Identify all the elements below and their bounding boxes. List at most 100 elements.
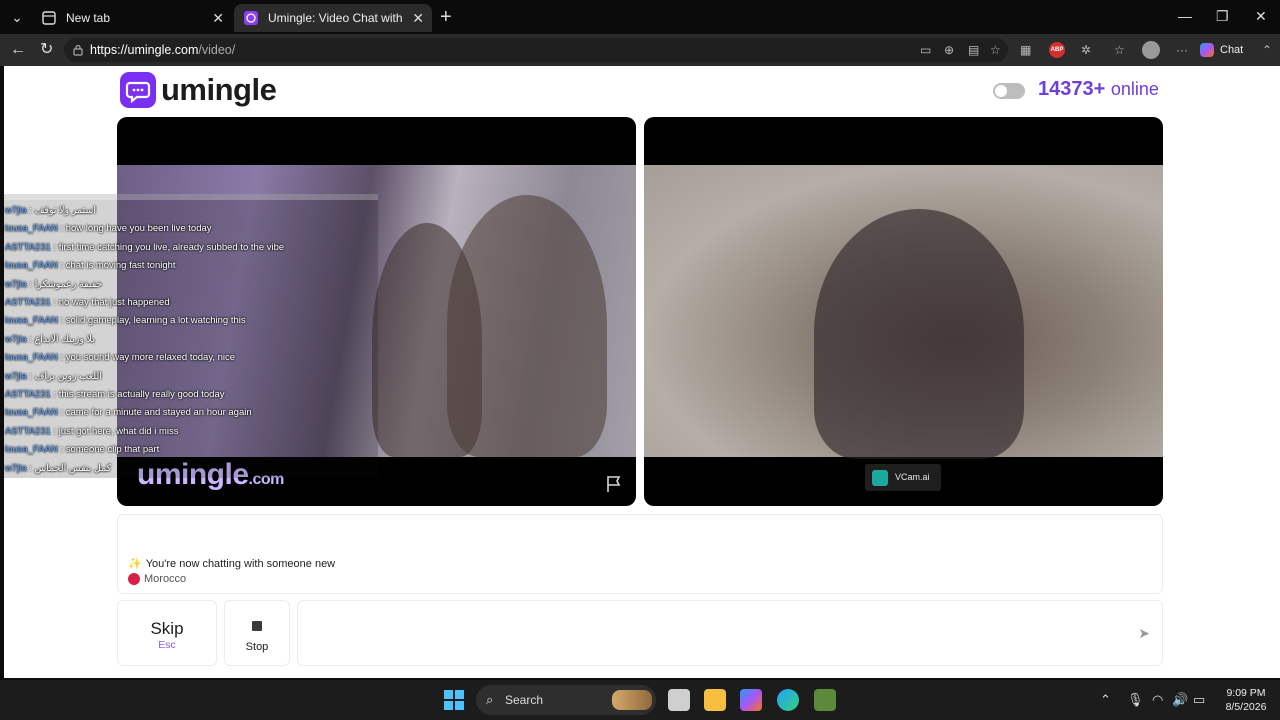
- chat-overlay-text: خفيفة زعموشكرا: [34, 278, 103, 290]
- vcam-badge: VCam.ai: [865, 464, 941, 491]
- site-info-icon[interactable]: [72, 44, 84, 56]
- chat-overlay-user: w7jla: [5, 333, 27, 345]
- chat-overlay-text: this stream is actually really good toda…: [58, 389, 225, 400]
- message-input[interactable]: [308, 619, 1112, 651]
- edge-browser-icon[interactable]: [777, 689, 799, 711]
- tab-new-tab[interactable]: New tab ✕: [32, 4, 232, 32]
- chat-overlay-text: just got here, what did i miss: [58, 425, 179, 437]
- chat-overlay-line: w7jla : خفيفة زعموشكرا: [5, 278, 103, 290]
- tab-list-button[interactable]: ⌄: [6, 6, 28, 28]
- favorite-star-icon[interactable]: ☆: [990, 42, 1001, 58]
- search-icon: ⌕: [486, 692, 494, 707]
- maximize-icon[interactable]: ❐: [1216, 8, 1229, 25]
- chat-overlay-text: how long have you been live today: [65, 223, 212, 235]
- zoom-icon[interactable]: ⊕: [944, 42, 954, 58]
- read-aloud-icon[interactable]: ▤: [968, 42, 979, 58]
- taskbar-search[interactable]: ⌕ Search: [476, 685, 656, 715]
- copilot-app-icon[interactable]: [740, 689, 762, 711]
- copilot-label: Chat: [1220, 44, 1244, 56]
- online-label: online: [1110, 79, 1159, 99]
- chat-log: ✨ You're now chatting with someone new Mo…: [117, 514, 1163, 594]
- chat-overlay-user: lousa_FAAN: [5, 352, 58, 364]
- close-tab-icon[interactable]: ✕: [212, 4, 224, 32]
- skip-shortcut: Esc: [158, 639, 176, 651]
- chat-overlay-text: came for a minute and stayed an hour aga…: [65, 407, 252, 419]
- chat-overlay-user: w7jla: [5, 370, 27, 382]
- vcam-logo-icon: [872, 470, 888, 486]
- message-box[interactable]: ➤: [297, 600, 1163, 666]
- chat-overlay-line: lousa_FAAN : how long have you been live…: [5, 223, 212, 235]
- chat-overlay-line: w7jla : اللعب زوين بزاف: [5, 370, 102, 382]
- microphone-icon[interactable]: 🎙: [1127, 692, 1144, 708]
- favorites-icon[interactable]: ☆: [1114, 42, 1125, 58]
- close-window-icon[interactable]: ✕: [1255, 8, 1267, 25]
- copilot-chat-button[interactable]: Chat: [1200, 40, 1243, 60]
- extension-grid-icon[interactable]: ▦: [1020, 42, 1031, 58]
- chat-overlay-text: استمر ولا توقف: [34, 205, 96, 216]
- chat-overlay-line: ASTTA231 : this stream is actually reall…: [5, 389, 225, 400]
- sidebar-toggle-icon[interactable]: ⌃: [1262, 42, 1272, 58]
- person-silhouette: [814, 209, 1024, 459]
- minecraft-icon[interactable]: [814, 689, 836, 711]
- chat-overlay-text: solid gameplay, learning a lot watching …: [65, 315, 246, 327]
- chat-overlay-text: first time catching you live, already su…: [58, 241, 285, 253]
- stop-icon: [252, 621, 262, 631]
- adblock-plus-icon[interactable]: ABP: [1049, 42, 1065, 58]
- minimize-icon[interactable]: —: [1178, 8, 1192, 24]
- chat-overlay-text: بلا وزبيك الابداع: [34, 333, 95, 345]
- system-clock[interactable]: 9:09 PM 8/5/2026: [1222, 686, 1270, 714]
- wifi-icon[interactable]: ◠: [1152, 692, 1163, 708]
- url-host: https://umingle.com: [90, 43, 199, 57]
- volume-icon[interactable]: 🔊: [1172, 692, 1188, 708]
- address-bar[interactable]: https://umingle.com/video/ ▭ ⊕ ▤ ☆: [64, 38, 1008, 62]
- chat-overlay-line: lousa_FAAN : you sound way more relaxed …: [5, 352, 236, 364]
- chat-overlay-text: chat is moving fast tonight: [65, 260, 176, 272]
- show-hidden-icons[interactable]: ⌃: [1100, 692, 1111, 708]
- profile-avatar[interactable]: [1142, 41, 1160, 59]
- reload-icon[interactable]: ↻: [40, 40, 53, 60]
- search-label: Search: [505, 693, 544, 707]
- tab-umingle[interactable]: Umingle: Video Chat with Stra ✕: [234, 4, 432, 32]
- extensions-puzzle-icon[interactable]: ✲: [1081, 42, 1091, 58]
- chat-overlay-line: ASTTA231 : no way that just happened: [5, 297, 170, 308]
- task-view-icon[interactable]: [668, 689, 690, 711]
- chat-overlay-user: w7jla: [5, 278, 27, 290]
- skip-label: Skip: [150, 619, 184, 638]
- windows-start-icon[interactable]: [444, 690, 464, 710]
- back-arrow-icon[interactable]: ←: [10, 40, 26, 60]
- browser-toolbar: ← ↻ https://umingle.com/video/ ▭ ⊕ ▤ ☆ ▦…: [0, 34, 1280, 66]
- chat-overlay-user: lousa_FAAN: [5, 260, 58, 272]
- new-tab-icon: [42, 11, 56, 25]
- report-flag-icon[interactable]: [605, 475, 623, 493]
- more-menu-icon[interactable]: ···: [1176, 42, 1188, 58]
- clock-time: 9:09 PM: [1226, 687, 1266, 699]
- camera-permission-icon[interactable]: ▭: [920, 42, 931, 58]
- chat-overlay-line: lousa_FAAN : solid gameplay, learning a …: [5, 315, 246, 327]
- online-counter: 14373+ online: [1038, 78, 1159, 101]
- stop-button[interactable]: Stop: [224, 600, 290, 666]
- chat-overlay-user: ASTTA231: [5, 425, 51, 437]
- chat-overlay-line: ASTTA231 : just got here, what did i mis…: [5, 425, 179, 437]
- chat-overlay-user: ASTTA231: [5, 241, 51, 253]
- url-path: /video/: [198, 43, 236, 57]
- chat-overlay-text: اللعب زوين بزاف: [34, 370, 102, 382]
- chat-overlay-user: ASTTA231: [5, 389, 51, 400]
- self-video: VCam.ai: [644, 117, 1163, 506]
- close-tab-icon[interactable]: ✕: [412, 4, 424, 32]
- battery-icon[interactable]: ▭: [1193, 692, 1205, 708]
- page-content: umingle 14373+ online umingle.com VCam.a…: [4, 66, 1280, 678]
- partner-country: Morocco: [128, 573, 186, 586]
- dark-mode-toggle[interactable]: [993, 83, 1025, 99]
- chat-overlay-user: ASTTA231: [5, 297, 51, 308]
- browser-tab-bar: ⌄ New tab ✕ Umingle: Video Chat with Str…: [0, 0, 1280, 34]
- file-explorer-icon[interactable]: [704, 689, 726, 711]
- new-tab-button[interactable]: +: [440, 6, 452, 28]
- send-icon[interactable]: ➤: [1138, 625, 1150, 642]
- chat-bubble-logo-icon: [120, 72, 156, 108]
- search-highlight-image: [612, 690, 652, 710]
- chat-overlay-line: w7jla : كمل بنفس الحماس: [5, 462, 112, 474]
- self-video-frame: VCam.ai: [644, 165, 1163, 491]
- status-text: You're now chatting with someone new: [145, 558, 336, 570]
- skip-button[interactable]: Skip Esc: [117, 600, 217, 666]
- person-silhouette: [447, 195, 607, 457]
